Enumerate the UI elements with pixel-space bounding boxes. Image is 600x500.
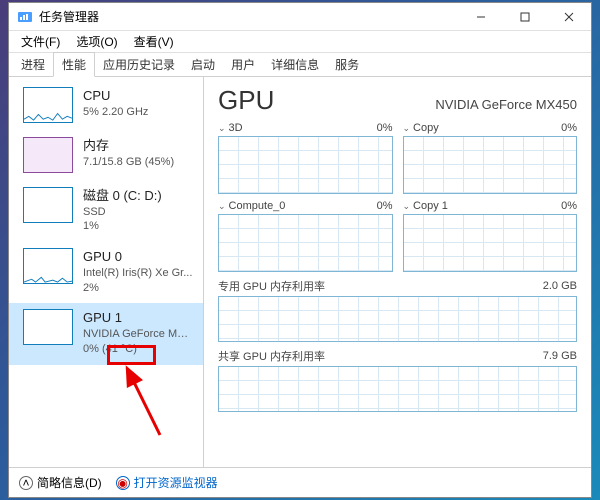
- tab-startup[interactable]: 启动: [183, 53, 223, 76]
- minimize-button[interactable]: [459, 3, 503, 31]
- sidebar-item-gpu0[interactable]: GPU 0 Intel(R) Iris(R) Xe Gr... 2%: [9, 242, 203, 303]
- gpu1-title: GPU 1: [83, 309, 193, 327]
- cpu-thumbnail: [23, 87, 73, 123]
- chart-label: 专用 GPU 内存利用率: [218, 278, 325, 294]
- chart-value: 2.0 GB: [543, 280, 577, 292]
- gpu0-thumbnail: [23, 248, 73, 284]
- chart-value: 0%: [561, 122, 577, 134]
- maximize-button[interactable]: [503, 3, 547, 31]
- main-header: GPU NVIDIA GeForce MX450: [218, 85, 577, 116]
- disk-sub: SSD: [83, 205, 162, 220]
- chart-box[interactable]: [218, 214, 393, 272]
- chart-value: 0%: [561, 200, 577, 212]
- chart-dedicated-mem: 专用 GPU 内存利用率 2.0 GB: [218, 278, 577, 342]
- task-manager-window: 任务管理器 文件(F) 选项(O) 查看(V) 进程 性能 应用历史记录 启动 …: [8, 2, 592, 498]
- gpu1-val: 0% (41 °C): [83, 342, 193, 357]
- chart-value: 7.9 GB: [543, 350, 577, 362]
- cpu-text: CPU 5% 2.20 GHz: [83, 87, 148, 123]
- gpu0-val: 2%: [83, 281, 192, 296]
- chart-box[interactable]: [218, 366, 577, 412]
- menu-view[interactable]: 查看(V): [128, 31, 180, 52]
- chart-label[interactable]: 3D: [229, 122, 243, 134]
- tab-services[interactable]: 服务: [327, 53, 367, 76]
- tab-app-history[interactable]: 应用历史记录: [95, 53, 183, 76]
- sidebar: CPU 5% 2.20 GHz 内存 7.1/15.8 GB (45%) 磁盘 …: [9, 77, 204, 467]
- chart-shared-mem: 共享 GPU 内存利用率 7.9 GB: [218, 348, 577, 412]
- brief-info-link[interactable]: ˄简略信息(D): [19, 474, 102, 491]
- disk-title: 磁盘 0 (C: D:): [83, 187, 162, 205]
- app-icon: [17, 9, 33, 25]
- sidebar-item-memory[interactable]: 内存 7.1/15.8 GB (45%): [9, 131, 203, 181]
- memory-thumbnail: [23, 137, 73, 173]
- gpu-name: NVIDIA GeForce MX450: [435, 97, 577, 112]
- chevron-down-icon[interactable]: ⌄: [403, 201, 411, 212]
- chart-grid: ⌄3D0% ⌄Copy0% ⌄Compute_00% ⌄Copy 10% 专用 …: [218, 122, 577, 412]
- chart-box[interactable]: [218, 296, 577, 342]
- sidebar-item-gpu1[interactable]: GPU 1 NVIDIA GeForce MX... 0% (41 °C): [9, 303, 203, 364]
- chevron-down-icon[interactable]: ⌄: [403, 123, 411, 134]
- chevron-down-icon[interactable]: ⌄: [218, 201, 226, 212]
- open-resource-monitor-link[interactable]: ◉打开资源监视器: [116, 474, 218, 491]
- gpu0-text: GPU 0 Intel(R) Iris(R) Xe Gr... 2%: [83, 248, 192, 295]
- content-area: CPU 5% 2.20 GHz 内存 7.1/15.8 GB (45%) 磁盘 …: [9, 77, 591, 467]
- chart-label[interactable]: Compute_0: [229, 200, 286, 212]
- chart-box[interactable]: [403, 214, 578, 272]
- menu-file[interactable]: 文件(F): [15, 31, 66, 52]
- chart-label[interactable]: Copy: [413, 122, 439, 134]
- tab-performance[interactable]: 性能: [53, 52, 95, 77]
- chart-label: 共享 GPU 内存利用率: [218, 348, 325, 364]
- chart-label[interactable]: Copy 1: [413, 200, 448, 212]
- chart-copy1: ⌄Copy 1 0%: [403, 200, 578, 272]
- menu-options[interactable]: 选项(O): [70, 31, 123, 52]
- chart-copy: ⌄Copy 0%: [403, 122, 578, 194]
- disk-text: 磁盘 0 (C: D:) SSD 1%: [83, 187, 162, 234]
- sidebar-item-cpu[interactable]: CPU 5% 2.20 GHz: [9, 81, 203, 131]
- gpu1-text: GPU 1 NVIDIA GeForce MX... 0% (41 °C): [83, 309, 193, 356]
- gpu1-thumbnail: [23, 309, 73, 345]
- chart-value: 0%: [377, 122, 393, 134]
- chevron-down-icon[interactable]: ⌄: [218, 123, 226, 134]
- chart-3d: ⌄3D 0%: [218, 122, 393, 194]
- window-title: 任务管理器: [39, 8, 459, 25]
- cpu-sub: 5% 2.20 GHz: [83, 105, 148, 120]
- chart-value: 0%: [377, 200, 393, 212]
- gpu1-sub: NVIDIA GeForce MX...: [83, 327, 193, 342]
- disk-val: 1%: [83, 219, 162, 234]
- chart-box[interactable]: [403, 136, 578, 194]
- memory-text: 内存 7.1/15.8 GB (45%): [83, 137, 174, 173]
- window-controls: [459, 3, 591, 31]
- gpu0-sub: Intel(R) Iris(R) Xe Gr...: [83, 266, 192, 281]
- menubar: 文件(F) 选项(O) 查看(V): [9, 31, 591, 53]
- main-panel: GPU NVIDIA GeForce MX450 ⌄3D0% ⌄Copy0% ⌄…: [204, 77, 591, 467]
- memory-title: 内存: [83, 137, 174, 155]
- chart-box[interactable]: [218, 136, 393, 194]
- chevron-up-icon: ˄: [19, 476, 33, 490]
- sidebar-item-disk[interactable]: 磁盘 0 (C: D:) SSD 1%: [9, 181, 203, 242]
- tab-details[interactable]: 详细信息: [263, 53, 327, 76]
- titlebar[interactable]: 任务管理器: [9, 3, 591, 31]
- tabbar: 进程 性能 应用历史记录 启动 用户 详细信息 服务: [9, 53, 591, 77]
- memory-sub: 7.1/15.8 GB (45%): [83, 155, 174, 170]
- close-button[interactable]: [547, 3, 591, 31]
- bottom-bar: ˄简略信息(D) ◉打开资源监视器: [9, 467, 591, 497]
- gpu0-title: GPU 0: [83, 248, 192, 266]
- chart-compute0: ⌄Compute_0 0%: [218, 200, 393, 272]
- disk-thumbnail: [23, 187, 73, 223]
- main-title: GPU: [218, 85, 274, 116]
- cpu-title: CPU: [83, 87, 148, 105]
- monitor-icon: ◉: [116, 476, 130, 490]
- tab-users[interactable]: 用户: [223, 53, 263, 76]
- tab-processes[interactable]: 进程: [13, 53, 53, 76]
